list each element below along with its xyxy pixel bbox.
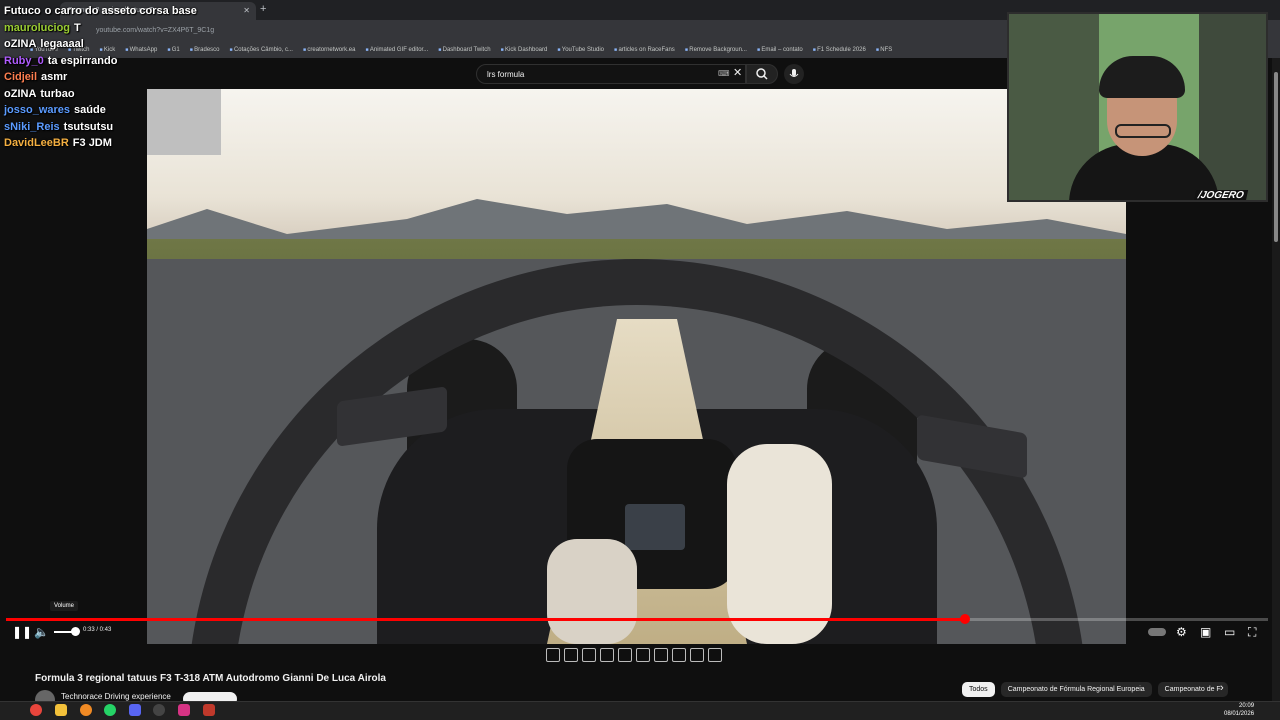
- cinema-icon[interactable]: [636, 648, 650, 662]
- close-icon[interactable]: ✕: [733, 66, 742, 79]
- video-wheel-display: [625, 504, 685, 550]
- chat-text: legaaaal: [40, 38, 84, 50]
- chat-username: DavidLeeBR: [4, 137, 69, 149]
- video-glove-right: [727, 444, 832, 644]
- chat-username: oZINA: [4, 87, 37, 100]
- bookmark-item[interactable]: YouTube Studio: [557, 47, 604, 53]
- video-title: Formula 3 regional tatuus F3 T-318 ATM A…: [35, 673, 386, 684]
- speed-icon[interactable]: [564, 648, 578, 662]
- filter-chip[interactable]: Campeonato de Fórmula Regional Europeia: [1000, 682, 1152, 697]
- theater-icon[interactable]: ▭: [1224, 625, 1235, 639]
- volume-icon[interactable]: 🔈: [34, 625, 49, 639]
- chevron-right-icon[interactable]: ›: [1220, 682, 1224, 694]
- webcam-logo: /JOGERO: [1193, 190, 1248, 200]
- obs-icon[interactable]: [153, 704, 165, 716]
- progress-fill: [6, 618, 966, 621]
- camera-icon[interactable]: [690, 648, 704, 662]
- filter-chip[interactable]: Todos: [962, 682, 995, 697]
- player-controls: ❚❚ 🔈 0:33 / 0:43 ⚙ ▣ ▭ ⛶: [0, 622, 1280, 644]
- loop-icon[interactable]: [546, 648, 560, 662]
- voice-search-button[interactable]: [784, 64, 804, 84]
- folder-icon[interactable]: [55, 704, 67, 716]
- search-button[interactable]: [746, 64, 778, 84]
- gauge-icon[interactable]: [654, 648, 668, 662]
- bookmark-item[interactable]: F1 Schedule 2026: [813, 47, 866, 53]
- discord-icon[interactable]: [129, 704, 141, 716]
- extension-toolbar: [546, 648, 722, 664]
- chat-username: Cidjeil: [4, 71, 38, 83]
- chat-message: DavidLeeBR F3 JDM: [4, 135, 254, 152]
- chat-username: oZINA: [4, 38, 37, 50]
- app-icon[interactable]: [178, 704, 190, 716]
- chat-text: turbao: [40, 87, 75, 100]
- chat-message: oZINA legaaaal: [4, 36, 254, 53]
- volume-tooltip: Volume: [50, 601, 79, 611]
- chat-text: tsutsutsu: [63, 120, 114, 133]
- chat-message: oZINA turbao: [4, 86, 254, 103]
- chat-text: asmr: [41, 71, 68, 83]
- webcam-person-cap: [1099, 56, 1185, 98]
- firefox-icon[interactable]: [80, 704, 92, 716]
- chat-text: T: [74, 21, 81, 34]
- volume-knob[interactable]: [71, 627, 80, 636]
- autoplay-toggle[interactable]: [1148, 628, 1166, 636]
- scrollbar-thumb[interactable]: [1274, 72, 1278, 242]
- chat-username: sNiki_Reis: [4, 120, 60, 133]
- chat-message: mauroluciog T: [4, 20, 254, 37]
- taskbar: [0, 701, 1280, 720]
- film-icon[interactable]: [600, 648, 614, 662]
- bookmark-item[interactable]: articles on RaceFans: [614, 47, 674, 53]
- keyboard-icon[interactable]: ⌨: [718, 69, 730, 78]
- stream-chat: Futuco o carro do asseto corsa base maurol…: [4, 3, 254, 152]
- chat-message: josso_wares saúde: [4, 102, 254, 119]
- chat-message: Futuco o carro do asseto corsa base: [4, 3, 254, 20]
- chat-message: Cidjeil asmr: [4, 69, 254, 86]
- bookmark-item[interactable]: Animated GIF editor...: [365, 47, 428, 53]
- webcam-overlay: /JOGERO: [1007, 12, 1268, 202]
- bookmark-item[interactable]: creatornetwork.ea: [303, 47, 355, 53]
- chat-username: josso_wares: [4, 104, 71, 116]
- chat-username: mauroluciog: [4, 21, 71, 34]
- chat-message: Ruby_0 ta espirrando: [4, 53, 254, 70]
- chat-username: Futuco: [4, 5, 41, 17]
- mic-icon: [789, 69, 799, 77]
- progress-bar[interactable]: [6, 614, 1268, 624]
- pause-icon[interactable]: ❚❚: [12, 625, 32, 639]
- gear-icon[interactable]: [708, 648, 722, 662]
- bookmark-item[interactable]: Dashboard Twitch: [438, 47, 491, 53]
- whatsapp-icon[interactable]: [104, 704, 116, 716]
- chat-text: o carro do asseto corsa base: [44, 5, 197, 17]
- add-icon[interactable]: [672, 648, 686, 662]
- chat-text: ta espirrando: [47, 54, 118, 67]
- app-icon-2[interactable]: [203, 704, 215, 716]
- chat-text: F3 JDM: [72, 137, 112, 149]
- related-chips: Todos Campeonato de Fórmula Regional Euro…: [962, 682, 1228, 697]
- chrome-icon[interactable]: [30, 704, 42, 716]
- tray-clock[interactable]: 20:09 08/01/2026: [1224, 702, 1254, 718]
- bookmark-item[interactable]: Kick Dashboard: [501, 47, 547, 53]
- chat-username: Ruby_0: [4, 54, 44, 67]
- new-tab-button[interactable]: +: [260, 3, 266, 15]
- channel-name[interactable]: Technorace Driving experience: [61, 692, 171, 701]
- settings-icon[interactable]: ⚙: [1176, 625, 1187, 639]
- search-icon: [756, 68, 768, 80]
- tray-time: 20:09: [1239, 703, 1255, 709]
- miniplayer-icon[interactable]: ▣: [1200, 625, 1211, 639]
- webcam-glasses: [1115, 124, 1171, 138]
- chat-text: saúde: [74, 104, 106, 116]
- chat-message: sNiki_Reis tsutsutsu: [4, 119, 254, 136]
- captions-icon[interactable]: [582, 648, 596, 662]
- search-input[interactable]: lrs formula: [476, 64, 746, 84]
- filter-chip[interactable]: Campeonato de F: [1157, 682, 1228, 697]
- pip-icon[interactable]: [618, 648, 632, 662]
- bookmark-item[interactable]: Email – contato: [757, 47, 802, 53]
- bookmark-item[interactable]: Remove Backgroun...: [685, 47, 747, 53]
- tray-date: 08/01/2026: [1224, 711, 1255, 717]
- bookmark-item[interactable]: NFS: [876, 47, 892, 53]
- video-player[interactable]: [147, 89, 1126, 644]
- fullscreen-icon[interactable]: ⛶: [1248, 625, 1256, 639]
- time-display: 0:33 / 0:43: [83, 627, 112, 633]
